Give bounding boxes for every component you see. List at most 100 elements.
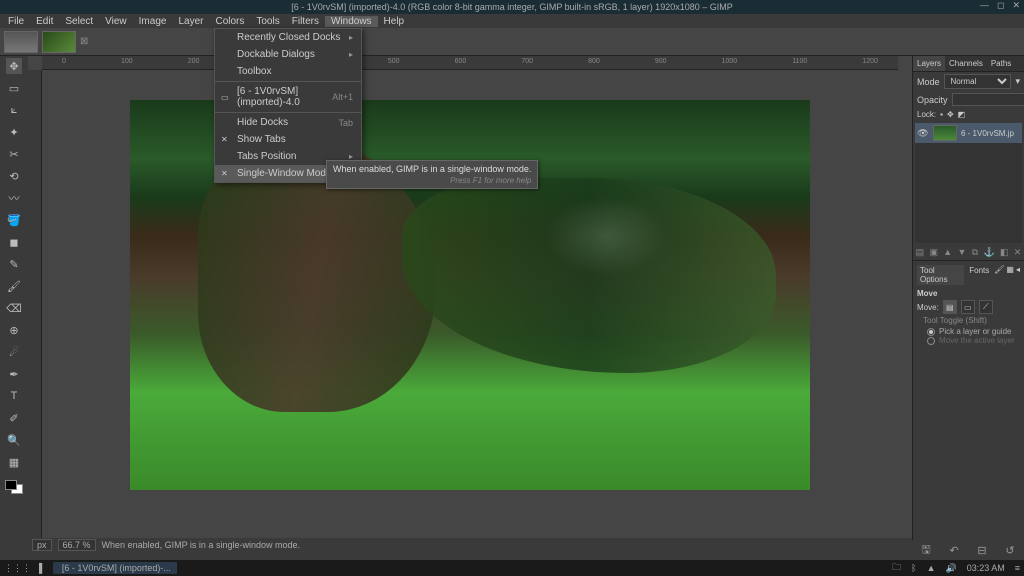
document-icon: ▭ [221,93,229,102]
pattern-tab-icon[interactable]: ▦ [1006,265,1014,285]
measure-tool-icon[interactable]: ▦ [6,454,22,470]
menu-image[interactable]: Image [133,16,173,27]
menu-recently-closed[interactable]: Recently Closed Docks▸ [215,29,361,46]
ruler-tick: 900 [655,58,667,65]
menu-dockable-dialogs[interactable]: Dockable Dialogs▸ [215,46,361,63]
transform-tool-icon[interactable]: ⟲ [6,168,22,184]
layer-item[interactable]: 👁 6 - 1V0rvSM.jp [915,123,1022,143]
restore-preset-icon[interactable]: ↶ [949,544,958,557]
text-tool-icon[interactable]: T [6,388,22,404]
move-path-icon[interactable]: ⟋ [979,300,993,314]
reset-preset-icon[interactable]: ↺ [1005,544,1014,557]
menu-edit[interactable]: Edit [30,16,59,27]
menu-file[interactable]: File [2,16,30,27]
eraser-tool-icon[interactable]: ⌫ [6,300,22,316]
opt-move-active[interactable]: Move the active layer [917,336,1020,345]
lock-position-icon[interactable]: ✥ [947,110,954,119]
menu-open-document[interactable]: ▭ [6 - 1V0rvSM] (imported)-4.0Alt+1 [215,83,361,111]
mode-select[interactable]: Normal [944,74,1012,89]
delete-layer-icon[interactable]: ✕ [1014,247,1022,258]
close-tab-icon[interactable]: ⊠ [80,36,88,47]
tray-folder-icon[interactable]: 🗀 [892,560,901,576]
panel-tab-channels[interactable]: Channels [945,56,987,71]
minimize-icon[interactable]: — [980,0,989,11]
move-tool-icon[interactable]: ✥ [6,58,22,74]
unit-selector[interactable]: px [32,539,52,551]
layer-group-icon[interactable]: ▣ [929,247,938,258]
taskbar-app[interactable]: 🪊 [6 - 1V0rvSM] (imported)-... [53,562,177,574]
zoom-selector[interactable]: 66.7 % [58,539,96,551]
tray-network-icon[interactable]: ▲ [927,563,936,573]
raise-layer-icon[interactable]: ▲ [943,247,952,258]
free-select-tool-icon[interactable]: ⟀ [6,102,22,118]
lock-pixels-icon[interactable]: ▪ [940,110,943,119]
menu-windows[interactable]: Windows [325,16,378,27]
menu-toolbox[interactable]: Toolbox [215,63,361,80]
menu-hide-docks[interactable]: Hide DocksTab [215,114,361,131]
move-layer-icon[interactable]: ▤ [943,300,957,314]
tray-menu-icon[interactable]: ≡ [1015,563,1020,573]
canvas-viewport[interactable] [42,70,898,552]
menu-select[interactable]: Select [59,16,99,27]
tray-bluetooth-icon[interactable]: ᛒ [911,563,916,573]
zoom-tool-icon[interactable]: 🔍 [6,432,22,448]
color-picker-tool-icon[interactable]: ✐ [6,410,22,426]
merge-layer-icon[interactable]: ⚓ [983,247,994,258]
tool-name: Move [917,289,1020,298]
menu-colors[interactable]: Colors [209,16,250,27]
delete-preset-icon[interactable]: ⊟ [977,544,986,557]
ruler-tick: 1000 [722,58,738,65]
move-selection-icon[interactable]: ▭ [961,300,975,314]
menu-show-tabs[interactable]: ✕ Show Tabs [215,131,361,148]
new-layer-icon[interactable]: ▤ [916,247,925,258]
app-menu-icon[interactable]: ⋮⋮⋮ [4,563,31,574]
color-swatch[interactable] [5,480,23,494]
submenu-arrow-icon: ▸ [349,50,353,59]
clone-tool-icon[interactable]: ⊕ [6,322,22,338]
panel-tab-paths[interactable]: Paths [987,56,1015,71]
tool-options-actions: 🖫 ↶ ⊟ ↺ [912,540,1024,560]
tray-volume-icon[interactable]: 🔊 [945,563,956,574]
pencil-tool-icon[interactable]: ✎ [6,256,22,272]
layer-name[interactable]: 6 - 1V0rvSM.jp [961,129,1014,138]
os-taskbar: ⋮⋮⋮ ▌ 🪊 [6 - 1V0rvSM] (imported)-... 🗀 ᛒ… [0,560,1024,576]
rect-select-tool-icon[interactable]: ▭ [6,80,22,96]
document-thumb[interactable] [42,31,76,53]
mask-layer-icon[interactable]: ◧ [1000,247,1009,258]
maximize-icon[interactable]: ◻ [997,0,1004,11]
tool-options-tab[interactable]: Tool Options [917,265,964,285]
tray-clock[interactable]: 03:23 AM [967,563,1005,573]
dock-menu-icon[interactable]: ◂ [1016,265,1020,285]
lock-alpha-icon[interactable]: ◩ [958,110,966,119]
path-tool-icon[interactable]: ✒ [6,366,22,382]
menu-layer[interactable]: Layer [172,16,209,27]
warp-tool-icon[interactable]: 〰 [6,190,22,206]
paintbrush-tool-icon[interactable]: 🖌 [6,278,22,294]
opacity-input[interactable] [952,93,1024,106]
duplicate-layer-icon[interactable]: ⧉ [972,247,978,258]
menu-view[interactable]: View [99,16,133,27]
bucket-fill-tool-icon[interactable]: 🪣 [6,212,22,228]
tool-options-panel: Tool Options Fonts 🖌 ▦ ◂ Move Move: ▤ ▭ … [913,260,1024,349]
opt-pick-layer[interactable]: Pick a layer or guide [917,327,1020,336]
ruler-tick: 0 [62,58,66,65]
panel-tab-layers[interactable]: Layers [913,56,945,71]
smudge-tool-icon[interactable]: ☄ [6,344,22,360]
menu-tools[interactable]: Tools [250,16,285,27]
ruler-tick: 800 [588,58,600,65]
ruler-tick: 200 [188,58,200,65]
fuzzy-select-tool-icon[interactable]: ✦ [6,124,22,140]
brush-tab-icon[interactable]: 🖌 [994,265,1004,285]
visibility-icon[interactable]: 👁 [917,128,929,139]
crop-tool-icon[interactable]: ✂ [6,146,22,162]
lower-layer-icon[interactable]: ▼ [957,247,966,258]
activities-icon[interactable]: ▌ [39,563,45,573]
fonts-tab[interactable]: Fonts [966,265,992,285]
close-icon[interactable]: ✕ [1012,0,1020,11]
menu-filters[interactable]: Filters [286,16,325,27]
window-titlebar: [6 - 1V0rvSM] (imported)-4.0 (RGB color … [0,0,1024,14]
mode-arrow-icon[interactable]: ▾ [1015,76,1020,87]
menu-help[interactable]: Help [378,16,411,27]
save-preset-icon[interactable]: 🖫 [921,541,930,560]
gradient-tool-icon[interactable]: ◼ [6,234,22,250]
